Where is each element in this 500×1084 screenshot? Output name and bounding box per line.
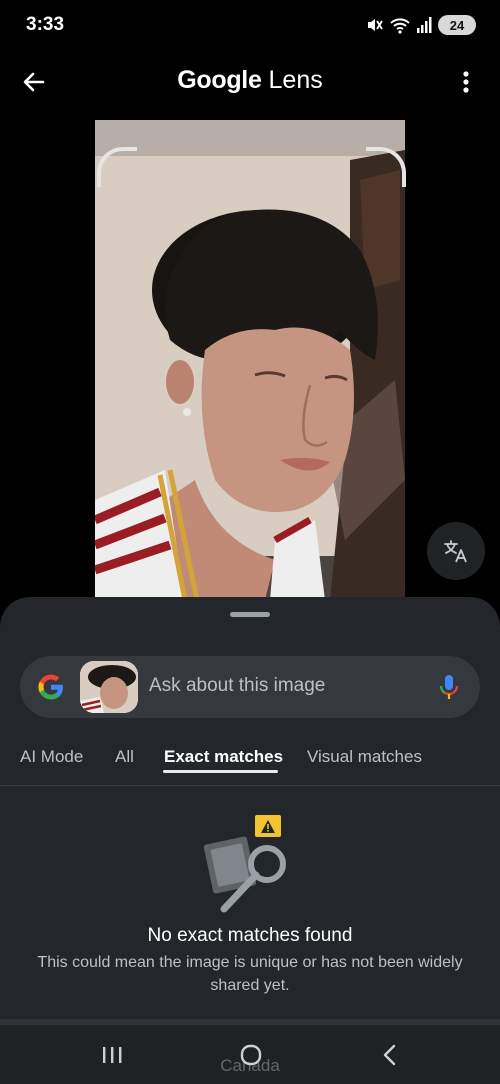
sheet-drag-handle[interactable]	[230, 612, 270, 617]
translate-icon	[444, 540, 467, 563]
status-bar: 3:33 24	[0, 0, 500, 50]
tab-ai-mode[interactable]: AI Mode	[20, 747, 83, 767]
tab-exact-matches[interactable]: Exact matches	[164, 747, 283, 767]
mute-icon	[368, 19, 383, 31]
thumbnail-photo	[80, 661, 138, 713]
google-g-icon	[38, 674, 63, 700]
image-viewer[interactable]	[95, 120, 405, 600]
home-icon	[240, 1044, 262, 1066]
empty-state-title: No exact matches found	[147, 925, 353, 946]
app-title-brand: Google	[177, 66, 262, 94]
app-header: Google Lens	[0, 50, 500, 114]
back-icon	[383, 1044, 396, 1066]
image-thumbnail[interactable]	[80, 661, 138, 713]
result-tabs: AI Mode All Exact matches Visual matches	[0, 742, 500, 786]
empty-state-description: This could mean the image is unique or h…	[37, 954, 463, 994]
mic-icon[interactable]	[434, 672, 464, 702]
status-icons: 24	[366, 15, 476, 35]
more-options-button[interactable]	[450, 66, 482, 98]
home-button[interactable]	[233, 1039, 269, 1071]
status-time: 3:33	[26, 14, 65, 35]
no-results-illustration-icon	[203, 815, 286, 913]
selfie-photo	[95, 120, 405, 600]
tab-all[interactable]: All	[115, 747, 134, 767]
wifi-icon	[390, 18, 410, 34]
search-bar[interactable]: Ask about this image	[20, 656, 480, 718]
nav-back-button[interactable]	[372, 1039, 408, 1071]
recents-button[interactable]	[94, 1039, 130, 1071]
translate-button[interactable]	[427, 522, 485, 580]
recents-icon	[103, 1047, 122, 1063]
tab-visual-matches[interactable]: Visual matches	[307, 747, 422, 767]
battery-level: 24	[449, 17, 465, 33]
app-title: Google Lens	[0, 66, 500, 95]
signal-icon	[417, 17, 432, 33]
more-vertical-icon	[463, 71, 469, 93]
search-input[interactable]: Ask about this image	[149, 675, 325, 697]
system-nav-bar: Canada	[0, 1025, 500, 1084]
app-title-product: Lens	[268, 66, 323, 94]
active-tab-indicator	[163, 770, 278, 773]
battery-icon: 24	[438, 15, 476, 35]
